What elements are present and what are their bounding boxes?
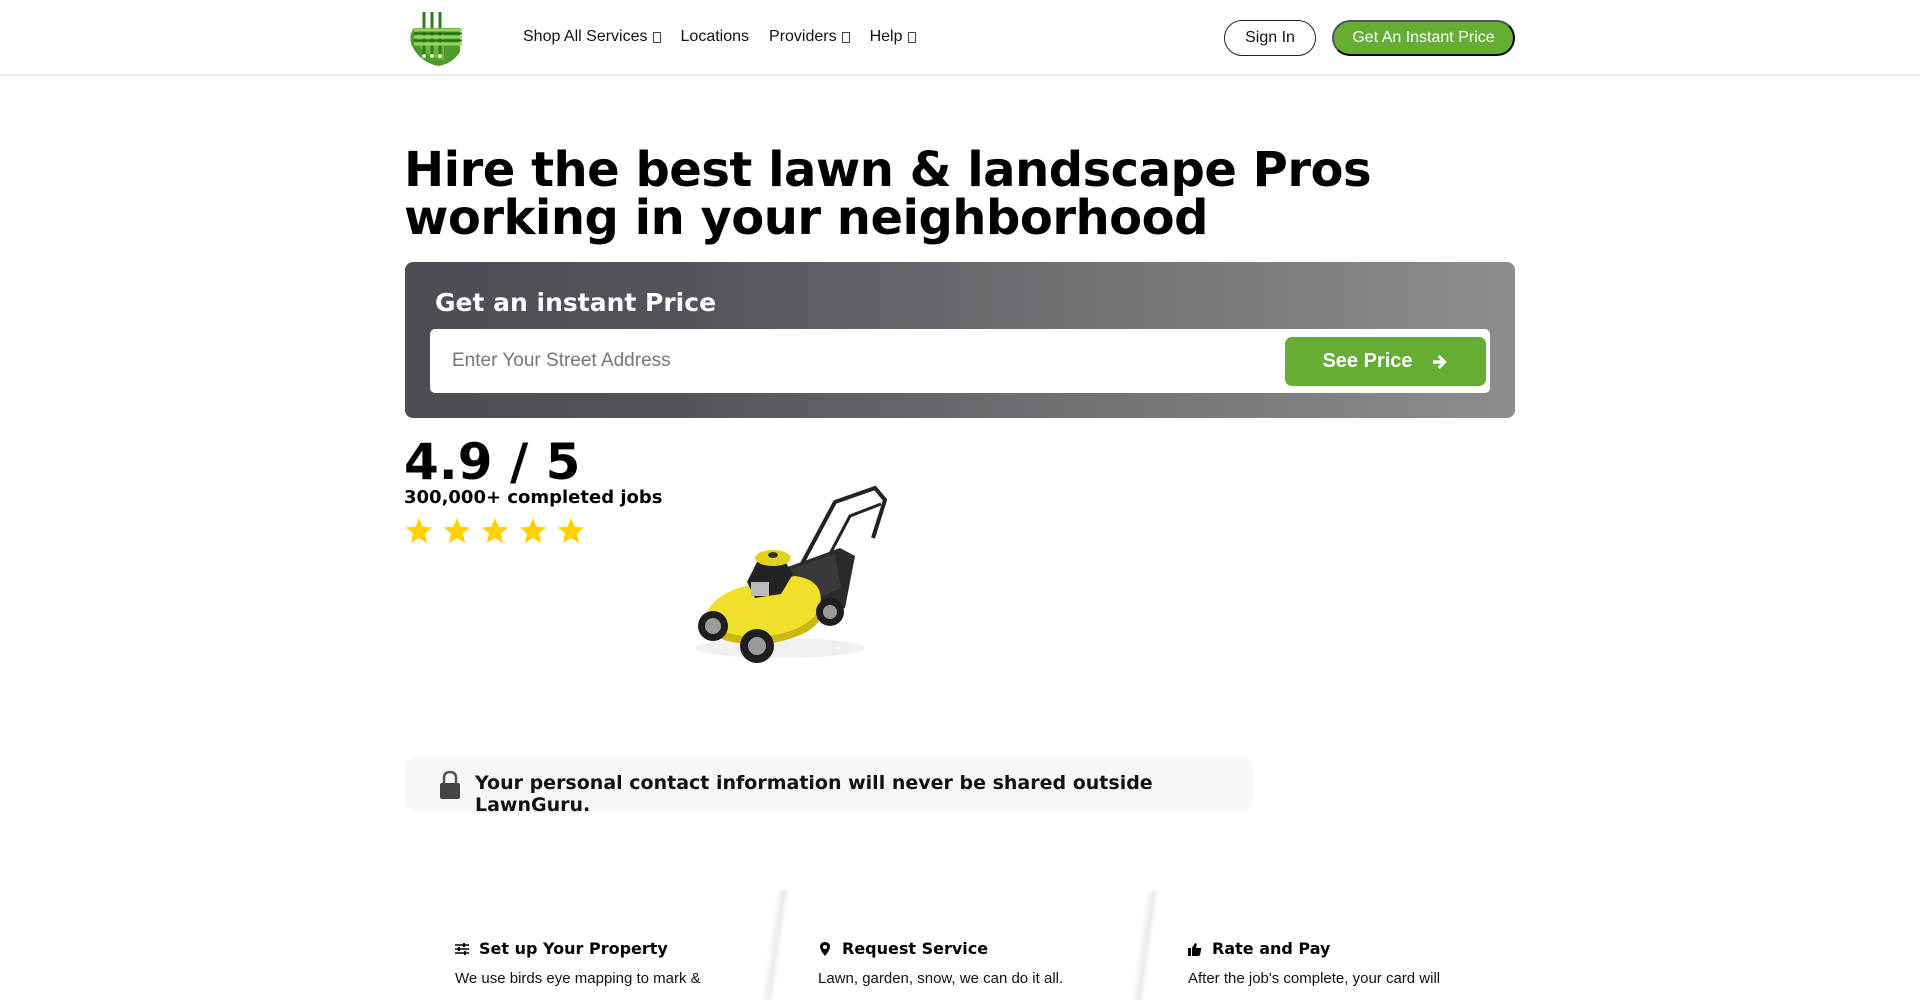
step-description: After the job's complete, your card will bbox=[1188, 970, 1441, 987]
sliders-icon bbox=[455, 942, 469, 955]
step-title-text: Set up Your Property bbox=[479, 939, 668, 958]
step-title: Request Service bbox=[818, 939, 1063, 958]
lock-icon bbox=[440, 770, 460, 799]
chevron-down-icon bbox=[841, 31, 850, 43]
star-icon bbox=[481, 517, 509, 543]
thumbs-up-icon bbox=[1188, 942, 1202, 956]
sign-in-button[interactable]: Sign In bbox=[1224, 20, 1316, 56]
arrow-right-icon bbox=[1432, 354, 1447, 369]
step-divider bbox=[760, 890, 790, 1000]
star-icon bbox=[557, 517, 585, 543]
rating-value: 4.9 / 5 bbox=[404, 433, 581, 491]
step-divider bbox=[1130, 890, 1160, 1000]
nav-label: Help bbox=[869, 28, 903, 45]
nav-label: Providers bbox=[769, 28, 837, 45]
how-it-works-steps: Set up Your Property We use birds eye ma… bbox=[405, 890, 1515, 1000]
instant-price-title: Get an instant Price bbox=[435, 288, 717, 317]
step-request-service: Request Service Lawn, garden, snow, we c… bbox=[818, 939, 1063, 987]
nav-locations[interactable]: Locations bbox=[681, 28, 750, 46]
star-icon bbox=[405, 517, 433, 543]
chevron-down-icon bbox=[907, 31, 916, 43]
address-form: See Price bbox=[430, 329, 1490, 393]
step-title-text: Rate and Pay bbox=[1212, 939, 1331, 958]
get-instant-price-button[interactable]: Get An Instant Price bbox=[1332, 20, 1515, 56]
step-set-up-property: Set up Your Property We use birds eye ma… bbox=[455, 939, 701, 987]
street-address-input[interactable] bbox=[430, 329, 1250, 393]
main-nav: Shop All Services Locations Providers He… bbox=[523, 28, 936, 46]
see-price-button[interactable]: See Price bbox=[1285, 337, 1486, 386]
star-icon bbox=[443, 517, 471, 543]
privacy-text: Your personal contact information will n… bbox=[475, 772, 1153, 816]
step-description: Lawn, garden, snow, we can do it all. bbox=[818, 970, 1064, 987]
star-icon bbox=[519, 517, 547, 543]
nav-help[interactable]: Help bbox=[870, 28, 916, 46]
nav-providers[interactable]: Providers bbox=[769, 28, 850, 46]
hero-title: Hire the best lawn & landscape Pros work… bbox=[404, 146, 1404, 242]
map-pin-icon bbox=[820, 941, 830, 956]
instant-price-panel: Get an instant Price See Price bbox=[405, 262, 1515, 418]
lawn-mower-image bbox=[695, 485, 888, 663]
nav-label: Locations bbox=[680, 28, 750, 45]
lawnguru-logo[interactable] bbox=[404, 6, 468, 68]
star-rating bbox=[404, 516, 586, 546]
top-navigation-bar: Shop All Services Locations Providers He… bbox=[0, 0, 1920, 76]
step-title-text: Request Service bbox=[842, 939, 989, 958]
step-description: We use birds eye mapping to mark & bbox=[455, 970, 701, 987]
completed-jobs-count: 300,000+ completed jobs bbox=[404, 487, 663, 508]
step-title: Set up Your Property bbox=[455, 939, 701, 958]
hero-title-line-2: working in your neighborhood bbox=[404, 190, 1208, 246]
privacy-notice: Your personal contact information will n… bbox=[405, 755, 1253, 816]
step-title: Rate and Pay bbox=[1188, 939, 1440, 958]
nav-shop-all-services[interactable]: Shop All Services bbox=[523, 28, 661, 46]
see-price-label: See Price bbox=[1322, 350, 1413, 372]
chevron-down-icon bbox=[652, 31, 661, 43]
step-rate-and-pay: Rate and Pay After the job's complete, y… bbox=[1188, 939, 1440, 987]
nav-label: Shop All Services bbox=[523, 28, 648, 45]
